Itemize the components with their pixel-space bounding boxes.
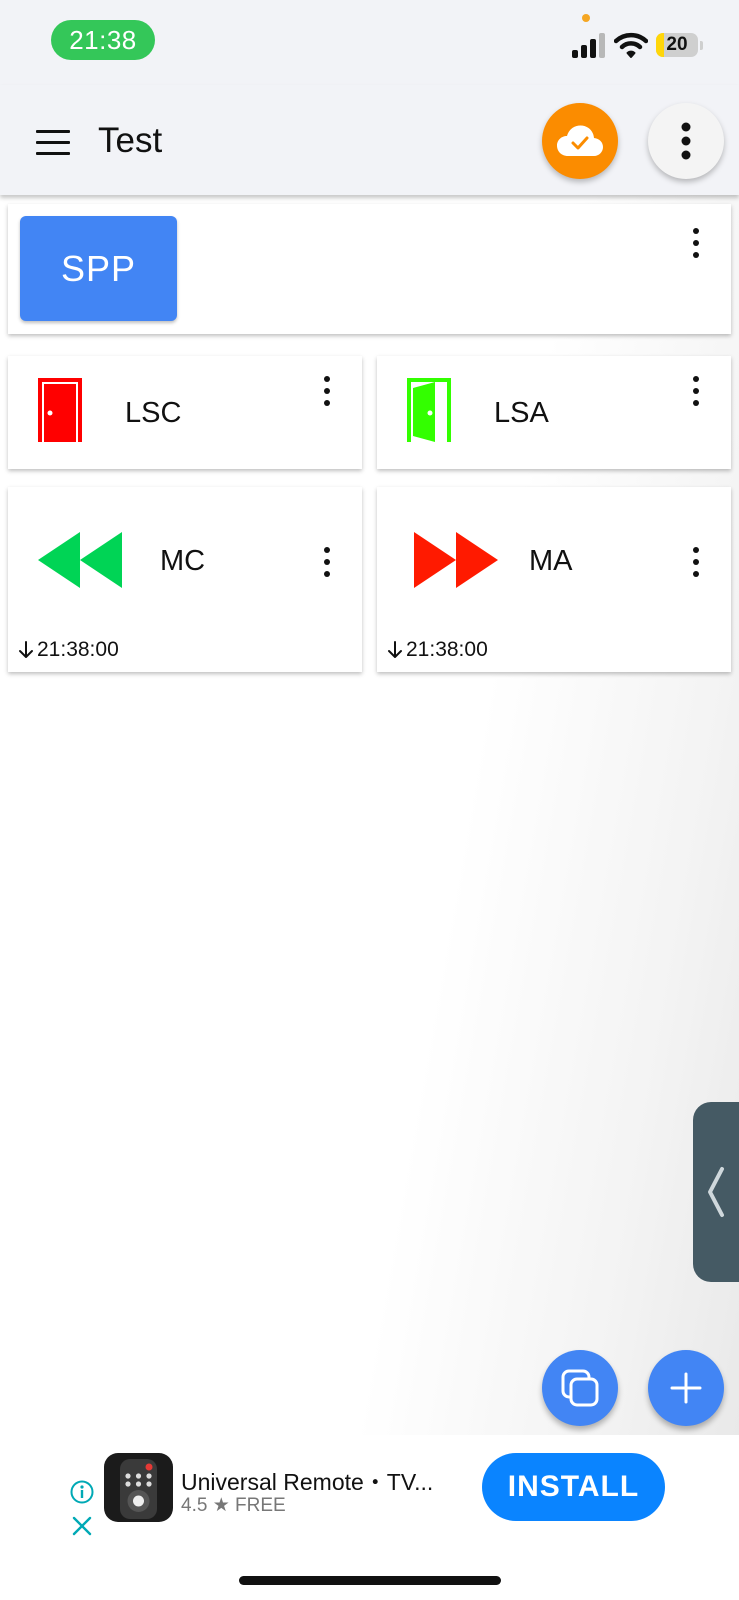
arrow-down-icon — [19, 641, 33, 658]
tile-label: LSC — [125, 397, 182, 429]
tile-label: MC — [160, 545, 206, 577]
spp-button[interactable]: SPP — [20, 216, 177, 321]
add-button[interactable] — [648, 1350, 724, 1426]
wifi-icon — [614, 32, 648, 58]
fast-forward-icon — [414, 532, 498, 588]
battery-icon: 20 — [656, 33, 698, 57]
more-vert-icon — [681, 122, 691, 160]
cloud-sync-button[interactable] — [542, 103, 618, 179]
more-options-button[interactable] — [648, 103, 724, 179]
battery-tip — [700, 41, 703, 50]
tile-timestamp: 21:38:00 — [387, 638, 488, 662]
copy-icon — [561, 1369, 599, 1407]
duplicate-button[interactable] — [542, 1350, 618, 1426]
close-icon[interactable] — [71, 1515, 93, 1537]
door-open-icon — [407, 378, 451, 442]
tile-time: 21:38:00 — [406, 638, 488, 661]
tile-label: LSA — [494, 397, 549, 429]
info-icon[interactable] — [70, 1480, 94, 1504]
page-title: Test — [98, 121, 163, 160]
tile-ma[interactable]: MA 21:38:00 — [377, 487, 731, 672]
cloud-check-icon — [557, 125, 603, 156]
tile-label: MA — [529, 545, 573, 577]
remote-app-icon[interactable] — [104, 1453, 173, 1522]
app-bar: Test — [0, 85, 739, 195]
tile-timestamp: 21:38:00 — [18, 638, 119, 662]
battery-level: 20 — [666, 34, 688, 55]
more-vert-icon[interactable] — [686, 226, 706, 260]
tile-lsa[interactable]: LSA — [377, 356, 731, 469]
side-panel-handle[interactable] — [693, 1102, 739, 1282]
door-closed-icon — [38, 378, 82, 442]
status-bar: 21:38 20 — [0, 0, 739, 85]
tile-spp: SPP — [8, 204, 731, 334]
star-icon: ★ — [212, 1495, 230, 1516]
tile-lsc[interactable]: LSC — [8, 356, 362, 469]
signal-icon — [572, 32, 608, 58]
ad-meta: 4.5 ★ FREE — [181, 1494, 286, 1517]
arrow-down-icon — [388, 641, 402, 658]
tile-mc[interactable]: MC 21:38:00 — [8, 487, 362, 672]
chevron-left-icon — [708, 1167, 724, 1217]
status-time: 21:38 — [51, 20, 155, 60]
more-vert-icon[interactable] — [686, 545, 706, 579]
more-vert-icon[interactable] — [317, 545, 337, 579]
install-button[interactable]: INSTALL — [482, 1453, 665, 1521]
ad-title[interactable]: Universal Remote・TV... — [181, 1463, 433, 1497]
tiles-area: SPP LSC LSA MC 21:38:00 MA 21:38:00 — [0, 195, 739, 1435]
more-vert-icon[interactable] — [686, 374, 706, 408]
ad-banner: Universal Remote・TV... 4.5 ★ FREE INSTAL… — [0, 1435, 739, 1600]
tile-time: 21:38:00 — [37, 638, 119, 661]
more-vert-icon[interactable] — [317, 374, 337, 408]
privacy-indicator-dot — [582, 14, 590, 22]
menu-icon[interactable] — [36, 130, 70, 156]
rewind-icon — [38, 532, 122, 588]
ad-price: FREE — [235, 1495, 286, 1516]
home-indicator[interactable] — [239, 1576, 501, 1585]
ad-rating: 4.5 — [181, 1495, 208, 1516]
add-icon — [670, 1372, 702, 1404]
